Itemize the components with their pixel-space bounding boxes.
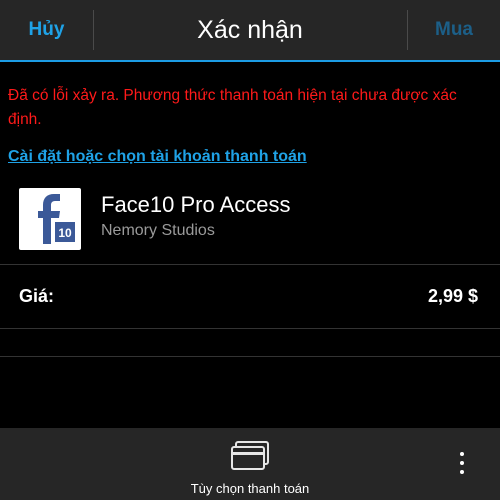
app-developer: Nemory Studios — [101, 222, 215, 239]
payment-options-button[interactable]: Tùy chọn thanh toán — [175, 428, 325, 500]
divider — [0, 356, 500, 357]
overflow-menu-icon[interactable] — [448, 444, 478, 484]
menu-dot — [460, 470, 464, 474]
app-name: Face10 Pro Access — [101, 192, 291, 217]
action-bar: Tùy chọn thanh toán — [0, 428, 500, 500]
cancel-button[interactable]: Hủy — [0, 0, 93, 60]
payment-options-label: Tùy chọn thanh toán — [190, 481, 310, 496]
error-message: Đã có lỗi xảy ra. Phương thức thanh toán… — [8, 87, 457, 128]
divider — [0, 264, 500, 265]
menu-dot — [460, 461, 464, 465]
app-info-row: 10 Face10 Pro Access Nemory Studios — [0, 180, 500, 264]
app-icon-badge: 10 — [58, 226, 72, 240]
price-value: 2,99 $ — [427, 286, 478, 306]
price-label: Giá: — [19, 286, 55, 306]
card-stack-icon — [231, 441, 269, 470]
title-bar: Hủy Xác nhận Mua — [0, 0, 500, 62]
divider — [0, 328, 500, 329]
page-title: Xác nhận — [197, 16, 303, 44]
facebook-f-icon: 10 — [19, 188, 81, 250]
buy-button[interactable]: Mua — [408, 0, 500, 60]
setup-payment-account-link[interactable]: Cài đặt hoặc chọn tài khoản thanh toán — [8, 148, 307, 166]
menu-dot — [460, 452, 464, 456]
price-row: Giá: 2,99 $ — [0, 266, 500, 328]
